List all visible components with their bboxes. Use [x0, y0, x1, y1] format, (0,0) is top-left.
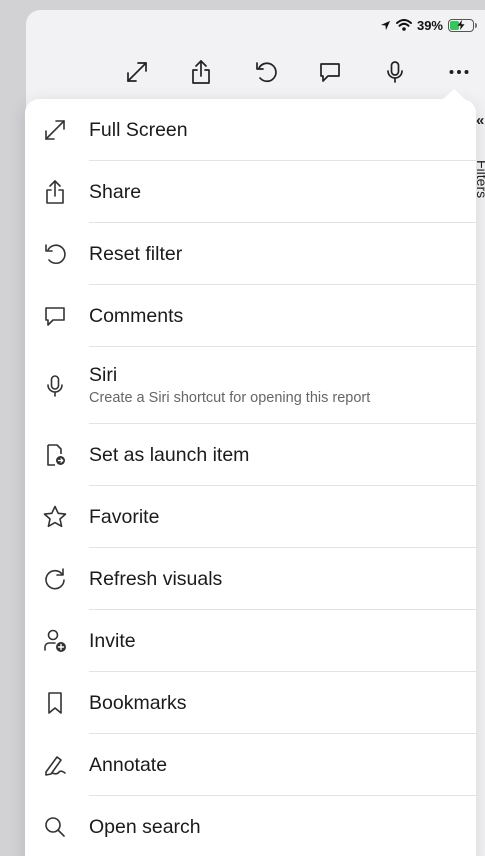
location-icon — [380, 20, 391, 31]
comment-icon — [41, 302, 69, 330]
menu-item-label: Comments — [89, 305, 184, 327]
bookmark-icon — [41, 689, 69, 717]
microphone-icon — [41, 372, 69, 400]
reset-icon — [256, 62, 277, 83]
expand-icon — [41, 116, 69, 144]
menu-item-bookmarks[interactable]: Bookmarks — [25, 672, 476, 734]
status-bar: 39% — [380, 14, 477, 36]
menu-item-subtitle: Create a Siri shortcut for opening this … — [89, 390, 371, 406]
reset-filter-button[interactable] — [246, 52, 286, 92]
microphone-icon — [387, 61, 403, 83]
menu-item-label: Favorite — [89, 506, 160, 528]
wifi-icon — [395, 19, 412, 31]
share-button[interactable] — [181, 52, 221, 92]
battery-icon — [448, 18, 474, 32]
refresh-icon — [41, 565, 69, 593]
menu-item-label: Share — [89, 181, 142, 203]
comment-icon — [320, 63, 340, 82]
menu-item-comments[interactable]: Comments — [25, 285, 476, 347]
pen-icon — [41, 751, 69, 779]
menu-item-share[interactable]: Share — [25, 161, 476, 223]
battery-percent: 39% — [416, 17, 443, 33]
search-icon — [41, 813, 69, 841]
menu-item-set-launch-item[interactable]: Set as launch item — [25, 424, 476, 486]
share-icon — [41, 178, 69, 206]
share-icon — [192, 60, 210, 84]
filters-pane-edge: « Filters — [474, 112, 485, 232]
more-icon — [449, 70, 469, 74]
expand-icon — [127, 62, 147, 82]
launch-item-icon — [41, 441, 69, 469]
menu-item-reset-filter[interactable]: Reset filter — [25, 223, 476, 285]
invite-icon — [41, 627, 69, 655]
reset-icon — [41, 240, 69, 268]
menu-item-label: Reset filter — [89, 243, 183, 265]
menu-item-label: Refresh visuals — [89, 568, 223, 590]
comments-button[interactable] — [310, 52, 350, 92]
full-screen-button[interactable] — [117, 52, 157, 92]
collapse-filters-button[interactable]: « — [476, 112, 484, 129]
star-icon — [41, 503, 69, 531]
menu-item-label: Full Screen — [89, 119, 188, 141]
menu-item-full-screen[interactable]: Full Screen — [25, 99, 476, 161]
menu-item-refresh-visuals[interactable]: Refresh visuals — [25, 548, 476, 610]
menu-item-label: Set as launch item — [89, 444, 250, 466]
menu-item-label: Annotate — [89, 754, 168, 776]
battery-tip — [475, 22, 477, 28]
menu-item-label: Open search — [89, 816, 201, 838]
menu-item-annotate[interactable]: Annotate — [25, 734, 476, 796]
menu-item-favorite[interactable]: Favorite — [25, 486, 476, 548]
menu-item-label: Invite — [89, 630, 136, 652]
screen: 39% « Filters Full Screen Share Reset fi… — [0, 0, 485, 856]
menu-item-invite[interactable]: Invite — [25, 610, 476, 672]
more-options-button[interactable] — [439, 52, 479, 92]
menu-item-label: Siri — [89, 364, 118, 386]
report-toolbar — [0, 52, 485, 92]
menu-item-label: Bookmarks — [89, 692, 187, 714]
menu-item-open-search[interactable]: Open search — [25, 796, 476, 856]
more-options-menu: Full Screen Share Reset filter Comments … — [25, 89, 476, 856]
siri-button[interactable] — [375, 52, 415, 92]
menu-item-siri[interactable]: Siri Create a Siri shortcut for opening … — [25, 347, 476, 424]
